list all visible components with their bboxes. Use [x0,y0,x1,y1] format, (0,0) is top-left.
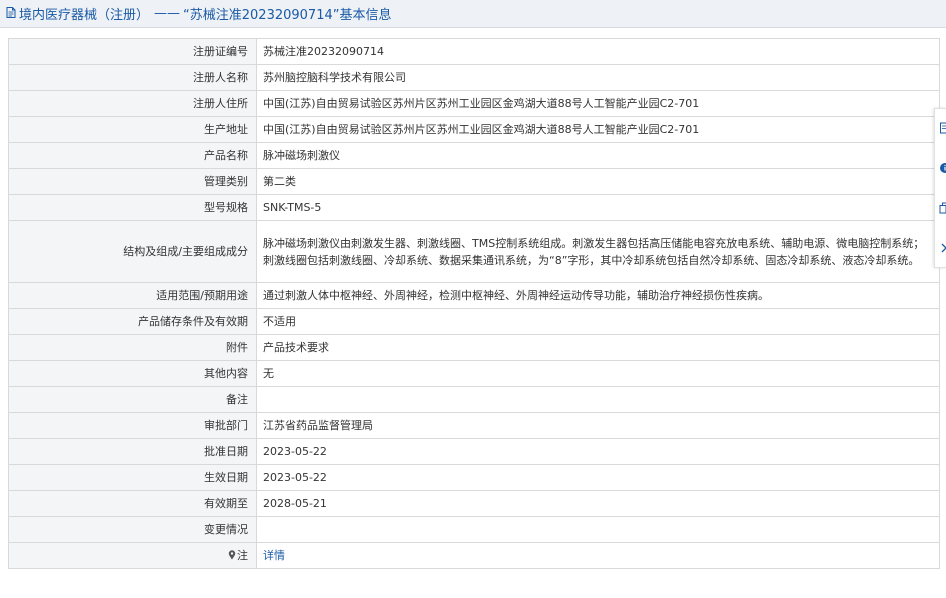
table-row: 型号规格 SNK-TMS-5 [8,194,940,221]
row-label: 管理类别 [8,168,257,195]
document-icon [6,7,16,18]
table-row: 备注 [8,386,940,413]
row-label: 有效期至 [8,490,257,517]
row-label: 审批部门 [8,412,257,439]
row-label: 变更情况 [8,516,257,543]
row-value [256,386,940,413]
table-row: 管理类别 第二类 [8,168,940,195]
title-separator: —— [154,6,181,21]
row-label: 附件 [8,334,257,361]
row-value: 中国(江苏)自由贸易试验区苏州片区苏州工业园区金鸡湖大道88号人工智能产业园C2… [256,116,940,143]
title-registration-number: “苏械注准20232090714” [183,8,340,23]
note-label-cell: 注 [8,542,257,569]
table-row: 结构及组成/主要组成成分 脉冲磁场刺激仪由刺激发生器、刺激线圈、TMS控制系统组… [8,220,940,283]
row-value [256,516,940,543]
row-label: 备注 [8,386,257,413]
row-value: 无 [256,360,940,387]
table-row: 审批部门 江苏省药品监督管理局 [8,412,940,439]
table-row: 产品名称 脉冲磁场刺激仪 [8,142,940,169]
table-row: 适用范围/预期用途 通过刺激人体中枢神经、外周神经，检测中枢神经、外周神经运动传… [8,282,940,309]
row-value: SNK-TMS-5 [256,194,940,221]
row-value: 江苏省药品监督管理局 [256,412,940,439]
row-label: 生产地址 [8,116,257,143]
row-label: 结构及组成/主要组成成分 [8,220,257,283]
info-table: 注册证编号 苏械注准20232090714 注册人名称 苏州脑控脑科学技术有限公… [8,38,940,569]
row-value: 2023-05-22 [256,464,940,491]
row-label: 注册人名称 [8,64,257,91]
row-label: 批准日期 [8,438,257,465]
table-row: 有效期至 2028-05-21 [8,490,940,517]
row-label: 生效日期 [8,464,257,491]
row-label: 其他内容 [8,360,257,387]
table-row: 批准日期 2023-05-22 [8,438,940,465]
row-label: 注册证编号 [8,38,257,65]
table-row: 其他内容 无 [8,360,940,387]
row-value: 脉冲磁场刺激仪 [256,142,940,169]
row-value: 通过刺激人体中枢神经、外周神经，检测中枢神经、外周神经运动传导功能，辅助治疗神经… [256,282,940,309]
row-label: 产品储存条件及有效期 [8,308,257,335]
info-table-container: 注册证编号 苏械注准20232090714 注册人名称 苏州脑控脑科学技术有限公… [8,38,940,569]
note-value-cell: 详情 [256,542,940,569]
row-label: 注册人住所 [8,90,257,117]
row-value: 不适用 [256,308,940,335]
note-label: 注 [237,549,248,562]
table-row: 注册证编号 苏械注准20232090714 [8,38,940,65]
side-toolbar [934,108,946,268]
row-value: 2028-05-21 [256,490,940,517]
row-value: 苏械注准20232090714 [256,38,940,65]
note-row: 注 详情 [8,542,940,569]
details-link[interactable]: 详情 [263,549,285,562]
table-row: 生产地址 中国(江苏)自由贸易试验区苏州片区苏州工业园区金鸡湖大道88号人工智能… [8,116,940,143]
row-value: 苏州脑控脑科学技术有限公司 [256,64,940,91]
page-header: 境内医疗器械（注册） —— “苏械注准20232090714” 基本信息 [0,0,946,28]
document-icon[interactable] [939,121,946,135]
table-row: 附件 产品技术要求 [8,334,940,361]
row-value: 中国(江苏)自由贸易试验区苏州片区苏州工业园区金鸡湖大道88号人工智能产业园C2… [256,90,940,117]
table-row: 注册人住所 中国(江苏)自由贸易试验区苏州片区苏州工业园区金鸡湖大道88号人工智… [8,90,940,117]
row-label: 产品名称 [8,142,257,169]
table-row: 生效日期 2023-05-22 [8,464,940,491]
row-value: 脉冲磁场刺激仪由刺激发生器、刺激线圈、TMS控制系统组成。刺激发生器包括高压储能… [256,220,940,283]
info-icon[interactable] [939,161,946,175]
table-row: 变更情况 [8,516,940,543]
row-value: 第二类 [256,168,940,195]
chevron-right-icon[interactable] [939,241,946,255]
row-label: 型号规格 [8,194,257,221]
row-label: 适用范围/预期用途 [8,282,257,309]
title-suffix: 基本信息 [339,8,392,23]
row-value: 产品技术要求 [256,334,940,361]
copy-icon[interactable] [939,201,946,215]
row-value: 2023-05-22 [256,438,940,465]
pin-icon [228,549,236,560]
page-title: 境内医疗器械（注册） [19,8,150,23]
table-row: 产品储存条件及有效期 不适用 [8,308,940,335]
table-row: 注册人名称 苏州脑控脑科学技术有限公司 [8,64,940,91]
